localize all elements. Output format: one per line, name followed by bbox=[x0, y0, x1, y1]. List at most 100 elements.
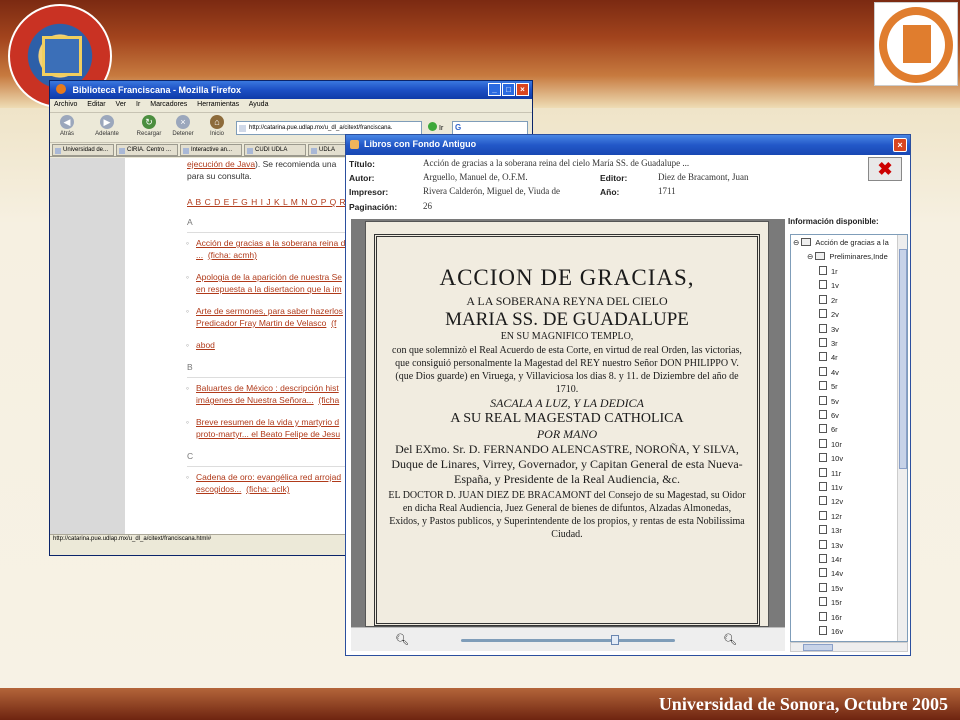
tree-page-label: 10r bbox=[831, 439, 842, 449]
page-heading: ACCION DE GRACIAS, bbox=[439, 265, 695, 290]
anio-label: Año: bbox=[600, 187, 620, 197]
google-icon: G bbox=[455, 123, 462, 132]
url-input[interactable]: http://catarina.pue.udlap.mx/u_dl_a/cite… bbox=[236, 121, 422, 135]
ficha-link[interactable]: (ficha: acmh) bbox=[208, 250, 257, 260]
tab-ciria[interactable]: CIRIA. Centro ... bbox=[116, 144, 178, 156]
tree-page-item[interactable]: 14r bbox=[819, 554, 842, 567]
seal-shield bbox=[42, 36, 82, 76]
menu-marcadores[interactable]: Marcadores bbox=[150, 101, 187, 108]
tree-page-item[interactable]: 14v bbox=[819, 568, 843, 581]
tree-page-item[interactable]: 16r bbox=[819, 611, 842, 625]
entry-title-link-cont[interactable]: imágenes de Nuestra Señora... bbox=[196, 395, 314, 405]
zoom-slider[interactable] bbox=[461, 639, 675, 642]
page-image-viewer[interactable]: ACCION DE GRACIAS, A LA SOBERANA REYNA D… bbox=[351, 219, 785, 627]
tree-page-item[interactable]: 4v bbox=[819, 366, 839, 380]
alphabet-links[interactable]: A B C D E F G H I J K L M N O P Q R bbox=[187, 197, 346, 207]
paginacion-value: 26 bbox=[423, 201, 432, 211]
tree-page-item[interactable]: 6v bbox=[819, 410, 839, 423]
tree-page-item[interactable]: 12r bbox=[819, 510, 842, 524]
tab-universidad[interactable]: Universidad de... bbox=[52, 144, 114, 156]
tree-page-label: 3v bbox=[831, 324, 839, 334]
stop-button[interactable]: × Detener bbox=[168, 115, 198, 137]
tree-page-label: 12r bbox=[831, 511, 842, 521]
tree-page-item[interactable]: 13r bbox=[819, 525, 842, 538]
forward-button[interactable]: ▶ Adelante bbox=[92, 115, 122, 137]
page-icon bbox=[819, 539, 827, 549]
zoom-slider-thumb[interactable] bbox=[611, 635, 620, 645]
tree-page-item[interactable]: 2v bbox=[819, 309, 839, 322]
menu-editar[interactable]: Editar bbox=[87, 101, 105, 108]
go-button[interactable]: Ir bbox=[428, 122, 443, 132]
tree-page-item[interactable]: 4r bbox=[819, 352, 838, 365]
tree-horizontal-scrollbar[interactable] bbox=[790, 642, 908, 652]
tree-page-item[interactable]: 5r bbox=[819, 381, 838, 394]
page-icon bbox=[819, 410, 827, 419]
viewer-title-bar[interactable]: Libros con Fondo Antiguo × bbox=[346, 135, 910, 155]
page-icon bbox=[819, 366, 827, 376]
tree-page-item[interactable]: 3r bbox=[819, 338, 838, 351]
tree-page-item[interactable]: 15v bbox=[819, 582, 843, 596]
entry-title-link-cont[interactable]: Predicador Fray Martin de Velasco bbox=[196, 318, 326, 328]
tree-root[interactable]: ⊖ Acción de gracias a la bbox=[793, 238, 889, 251]
tab-cudi[interactable]: CUDI UDLA bbox=[244, 144, 306, 156]
zoom-out-icon[interactable]: 🔍︎ bbox=[395, 633, 409, 647]
ficha-link[interactable]: (ficha bbox=[318, 395, 339, 405]
menu-ver[interactable]: Ver bbox=[116, 101, 127, 108]
page-paragraph: EL DOCTOR D. JUAN DIEZ DE BRACAMONT del … bbox=[388, 490, 746, 540]
tree-page-item[interactable]: 13v bbox=[819, 539, 843, 553]
page-icon bbox=[819, 453, 827, 463]
folder-icon bbox=[815, 252, 826, 260]
entry-title-link-cont[interactable]: escogidos... bbox=[196, 484, 241, 494]
page-icon bbox=[819, 582, 827, 592]
firefox-title-bar[interactable]: Biblioteca Franciscana - Mozilla Firefox… bbox=[50, 81, 532, 99]
tree-page-item[interactable]: 16v bbox=[819, 626, 843, 639]
tree-page-label: 2r bbox=[831, 295, 838, 305]
reload-label: Recargar bbox=[136, 131, 162, 137]
close-button[interactable]: × bbox=[516, 83, 529, 96]
menu-archivo[interactable]: Archivo bbox=[54, 101, 77, 108]
tree-page-item[interactable]: 6r bbox=[819, 424, 838, 437]
page-icon bbox=[819, 309, 827, 319]
tree-page-item[interactable]: 5v bbox=[819, 395, 839, 409]
tree-page-label: 12v bbox=[831, 497, 844, 507]
tree-page-item[interactable]: 1r bbox=[819, 266, 838, 279]
maximize-button[interactable]: □ bbox=[502, 83, 515, 96]
tree-page-item[interactable]: 3v bbox=[819, 323, 839, 337]
menu-ayuda[interactable]: Ayuda bbox=[249, 101, 269, 108]
ficha-link[interactable]: (ficha: aclk) bbox=[246, 484, 289, 494]
tree-hscroll-thumb[interactable] bbox=[803, 644, 833, 651]
page-icon bbox=[819, 482, 827, 491]
tab-interactive[interactable]: Interactive an... bbox=[180, 144, 242, 156]
menu-herramientas[interactable]: Herramientas bbox=[197, 101, 239, 108]
tree-page-item[interactable]: 10v bbox=[819, 453, 843, 466]
forward-arrow-icon: ▶ bbox=[100, 115, 114, 129]
page-icon bbox=[819, 395, 827, 405]
tree-header: Información disponible: bbox=[788, 217, 879, 226]
tree-page-item[interactable]: 12v bbox=[819, 496, 843, 509]
tree-folder[interactable]: ⊖ Preliminares,Inde bbox=[807, 252, 888, 265]
home-button[interactable]: ⌂ Inicio bbox=[202, 115, 232, 137]
tree-page-item[interactable]: 10r bbox=[819, 438, 842, 452]
tree-scrollbar-thumb[interactable] bbox=[899, 249, 907, 469]
window-close-button[interactable]: × bbox=[893, 138, 907, 152]
page-icon bbox=[819, 352, 827, 362]
search-input[interactable]: G bbox=[452, 121, 528, 135]
tree-page-item[interactable]: 1v bbox=[819, 280, 839, 293]
tree-folder-label: Preliminares,Inde bbox=[829, 252, 888, 261]
tree-page-item[interactable]: 11v bbox=[819, 482, 843, 495]
tree-scrollbar[interactable] bbox=[897, 235, 907, 641]
reload-button[interactable]: ↻ Recargar bbox=[134, 115, 164, 137]
forward-label: Adelante bbox=[95, 131, 119, 137]
back-button[interactable]: ◀ Atrás bbox=[52, 115, 82, 137]
udla-logo bbox=[874, 2, 958, 86]
minimize-button[interactable]: _ bbox=[488, 83, 501, 96]
tree-page-item[interactable]: 11r bbox=[819, 467, 841, 481]
close-viewer-button[interactable]: ✖ bbox=[868, 157, 902, 181]
tree-page-item[interactable]: 2r bbox=[819, 294, 838, 308]
zoom-in-icon[interactable]: 🔍︎ bbox=[723, 633, 737, 647]
java-link[interactable]: ejecución de Java bbox=[187, 159, 255, 169]
entry-title-link-cont[interactable]: ... bbox=[196, 250, 203, 260]
tree-page-item[interactable]: 15r bbox=[819, 597, 842, 610]
menu-ir[interactable]: Ir bbox=[136, 101, 140, 108]
ficha-link[interactable]: (f bbox=[331, 318, 336, 328]
